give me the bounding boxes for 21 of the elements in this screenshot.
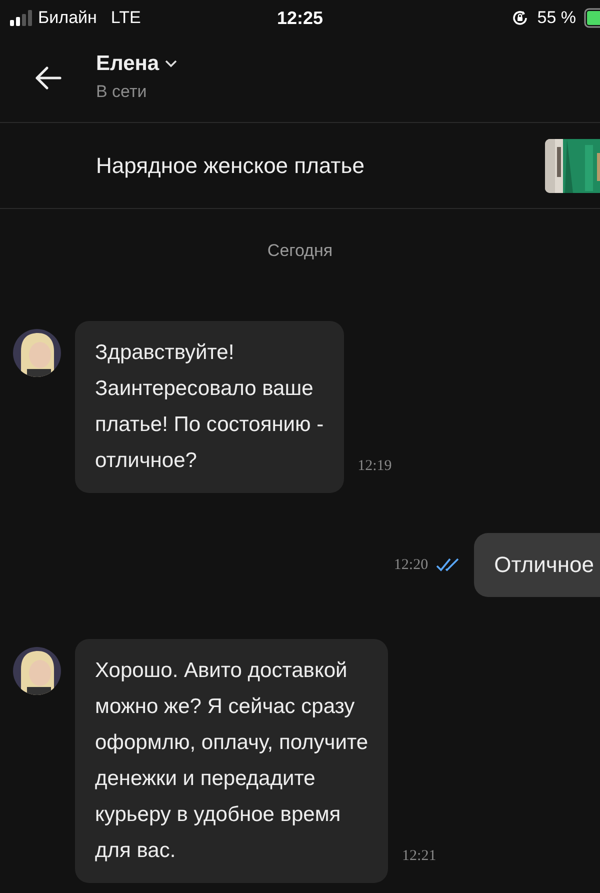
date-label: Сегодня — [266, 241, 334, 261]
network-type: LTE — [110, 8, 141, 28]
back-arrow-icon[interactable] — [34, 66, 62, 90]
avatar — [13, 647, 61, 695]
chevron-down-icon[interactable] — [165, 60, 178, 68]
message-bubble: Хорошо. Авито доставкой можно же? Я сейчас сразу оформлю, оплачу, получите денежки и передадите курьеру в удобное время для вас. — [75, 639, 388, 883]
message-bubble: Здравствуйте! Заинтересовало ваше платье! По состоянию - отличное? — [75, 321, 344, 493]
carrier-name: Билайн — [38, 8, 97, 28]
message-bubble: Отличное — [474, 533, 600, 597]
message-time: 12:21 — [402, 848, 436, 865]
clock-time: 12:25 — [276, 8, 324, 28]
rotation-lock-icon — [511, 9, 530, 27]
presence-status: В сети — [96, 82, 148, 102]
battery-icon — [584, 8, 600, 28]
message-time: 12:19 — [358, 458, 392, 475]
avatar — [13, 329, 61, 377]
listing-title[interactable]: Нарядное женское платье — [96, 152, 364, 178]
contact-name[interactable]: Елена — [96, 52, 160, 76]
signal-icon — [10, 10, 32, 26]
battery-percent: 55 % — [537, 8, 576, 28]
message-time: 12:20 — [394, 556, 428, 574]
